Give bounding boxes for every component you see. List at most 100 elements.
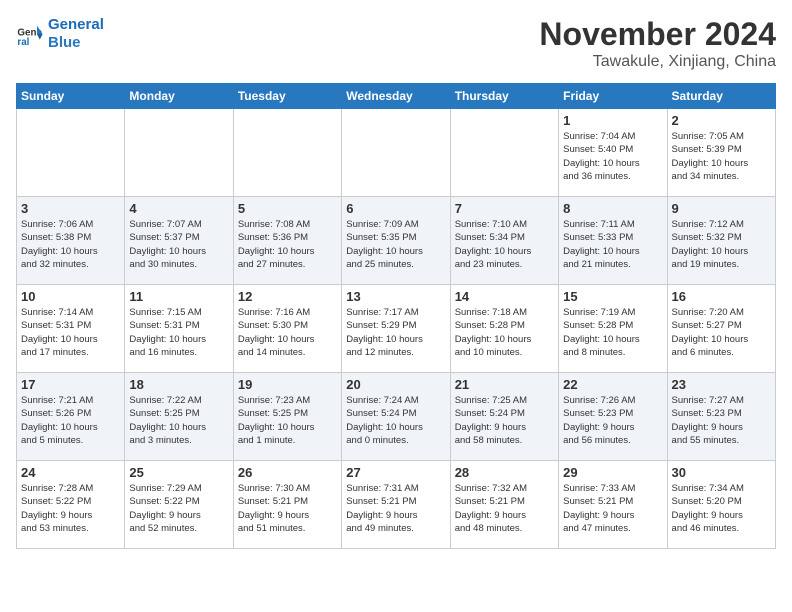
calendar-week-3: 10 Sunrise: 7:14 AM Sunset: 5:31 PM Dayli…: [17, 285, 776, 373]
calendar-cell: 14 Sunrise: 7:18 AM Sunset: 5:28 PM Dayli…: [450, 285, 558, 373]
calendar-cell: 25 Sunrise: 7:29 AM Sunset: 5:22 PM Dayli…: [125, 461, 233, 549]
day-number: 30: [672, 465, 771, 480]
calendar-cell: 17Sunrise: 7:21 AM Sunset: 5:26 PM Dayli…: [17, 373, 125, 461]
calendar-cell: 7 Sunrise: 7:10 AM Sunset: 5:34 PM Daylig…: [450, 197, 558, 285]
day-info: Sunrise: 7:25 AM Sunset: 5:24 PM Dayligh…: [455, 394, 554, 447]
calendar-cell: 15 Sunrise: 7:19 AM Sunset: 5:28 PM Dayli…: [559, 285, 667, 373]
day-number: 9: [672, 201, 771, 216]
day-info: Sunrise: 7:33 AM Sunset: 5:21 PM Dayligh…: [563, 482, 662, 535]
day-number: 24: [21, 465, 120, 480]
calendar-cell: 23Sunrise: 7:27 AM Sunset: 5:23 PM Dayli…: [667, 373, 775, 461]
calendar-cell: 26Sunrise: 7:30 AM Sunset: 5:21 PM Dayli…: [233, 461, 341, 549]
calendar-cell: 27 Sunrise: 7:31 AM Sunset: 5:21 PM Dayli…: [342, 461, 450, 549]
calendar-cell: 10 Sunrise: 7:14 AM Sunset: 5:31 PM Dayli…: [17, 285, 125, 373]
day-number: 19: [238, 377, 337, 392]
day-info: Sunrise: 7:32 AM Sunset: 5:21 PM Dayligh…: [455, 482, 554, 535]
day-info: Sunrise: 7:24 AM Sunset: 5:24 PM Dayligh…: [346, 394, 445, 447]
calendar-cell: [233, 109, 341, 197]
day-number: 18: [129, 377, 228, 392]
day-number: 11: [129, 289, 228, 304]
calendar-header-tuesday: Tuesday: [233, 84, 341, 109]
day-number: 21: [455, 377, 554, 392]
day-info: Sunrise: 7:31 AM Sunset: 5:21 PM Dayligh…: [346, 482, 445, 535]
day-info: Sunrise: 7:12 AM Sunset: 5:32 PM Dayligh…: [672, 218, 771, 271]
day-number: 15: [563, 289, 662, 304]
calendar-cell: 13Sunrise: 7:17 AM Sunset: 5:29 PM Dayli…: [342, 285, 450, 373]
calendar-header-saturday: Saturday: [667, 84, 775, 109]
day-info: Sunrise: 7:22 AM Sunset: 5:25 PM Dayligh…: [129, 394, 228, 447]
logo-line2: Blue: [48, 34, 104, 52]
logo-line1: General: [48, 16, 104, 34]
day-number: 22: [563, 377, 662, 392]
calendar-cell: 21 Sunrise: 7:25 AM Sunset: 5:24 PM Dayli…: [450, 373, 558, 461]
calendar-header-row: SundayMondayTuesdayWednesdayThursdayFrid…: [17, 84, 776, 109]
calendar-header-friday: Friday: [559, 84, 667, 109]
location-title: Tawakule, Xinjiang, China: [539, 53, 776, 71]
page-header: Gene ral General Blue November 2024 Tawa…: [16, 16, 776, 71]
calendar-cell: 4Sunrise: 7:07 AM Sunset: 5:37 PM Daylig…: [125, 197, 233, 285]
day-info: Sunrise: 7:21 AM Sunset: 5:26 PM Dayligh…: [21, 394, 120, 447]
day-info: Sunrise: 7:06 AM Sunset: 5:38 PM Dayligh…: [21, 218, 120, 271]
day-number: 16: [672, 289, 771, 304]
day-number: 25: [129, 465, 228, 480]
day-info: Sunrise: 7:04 AM Sunset: 5:40 PM Dayligh…: [563, 130, 662, 183]
day-info: Sunrise: 7:10 AM Sunset: 5:34 PM Dayligh…: [455, 218, 554, 271]
day-info: Sunrise: 7:15 AM Sunset: 5:31 PM Dayligh…: [129, 306, 228, 359]
day-info: Sunrise: 7:26 AM Sunset: 5:23 PM Dayligh…: [563, 394, 662, 447]
day-number: 20: [346, 377, 445, 392]
day-info: Sunrise: 7:11 AM Sunset: 5:33 PM Dayligh…: [563, 218, 662, 271]
day-info: Sunrise: 7:08 AM Sunset: 5:36 PM Dayligh…: [238, 218, 337, 271]
calendar-week-2: 3 Sunrise: 7:06 AM Sunset: 5:38 PM Daylig…: [17, 197, 776, 285]
calendar-cell: 22 Sunrise: 7:26 AM Sunset: 5:23 PM Dayli…: [559, 373, 667, 461]
day-info: Sunrise: 7:29 AM Sunset: 5:22 PM Dayligh…: [129, 482, 228, 535]
month-title: November 2024: [539, 16, 776, 53]
calendar-cell: [342, 109, 450, 197]
calendar-week-4: 17Sunrise: 7:21 AM Sunset: 5:26 PM Dayli…: [17, 373, 776, 461]
calendar-header-monday: Monday: [125, 84, 233, 109]
calendar-cell: 20 Sunrise: 7:24 AM Sunset: 5:24 PM Dayli…: [342, 373, 450, 461]
day-number: 10: [21, 289, 120, 304]
calendar-header-wednesday: Wednesday: [342, 84, 450, 109]
day-number: 12: [238, 289, 337, 304]
calendar-cell: 6Sunrise: 7:09 AM Sunset: 5:35 PM Daylig…: [342, 197, 450, 285]
day-info: Sunrise: 7:18 AM Sunset: 5:28 PM Dayligh…: [455, 306, 554, 359]
calendar-cell: 24Sunrise: 7:28 AM Sunset: 5:22 PM Dayli…: [17, 461, 125, 549]
title-block: November 2024 Tawakule, Xinjiang, China: [539, 16, 776, 71]
calendar-cell: 28 Sunrise: 7:32 AM Sunset: 5:21 PM Dayli…: [450, 461, 558, 549]
calendar-cell: 16 Sunrise: 7:20 AM Sunset: 5:27 PM Dayli…: [667, 285, 775, 373]
day-number: 29: [563, 465, 662, 480]
day-info: Sunrise: 7:14 AM Sunset: 5:31 PM Dayligh…: [21, 306, 120, 359]
day-info: Sunrise: 7:07 AM Sunset: 5:37 PM Dayligh…: [129, 218, 228, 271]
calendar-cell: 9 Sunrise: 7:12 AM Sunset: 5:32 PM Daylig…: [667, 197, 775, 285]
day-number: 26: [238, 465, 337, 480]
day-number: 27: [346, 465, 445, 480]
calendar-cell: [125, 109, 233, 197]
calendar-cell: 11 Sunrise: 7:15 AM Sunset: 5:31 PM Dayli…: [125, 285, 233, 373]
day-info: Sunrise: 7:23 AM Sunset: 5:25 PM Dayligh…: [238, 394, 337, 447]
svg-text:ral: ral: [17, 37, 29, 48]
day-number: 23: [672, 377, 771, 392]
calendar-cell: 2 Sunrise: 7:05 AM Sunset: 5:39 PM Daylig…: [667, 109, 775, 197]
calendar-cell: 5 Sunrise: 7:08 AM Sunset: 5:36 PM Daylig…: [233, 197, 341, 285]
day-number: 14: [455, 289, 554, 304]
day-number: 3: [21, 201, 120, 216]
calendar-cell: 18 Sunrise: 7:22 AM Sunset: 5:25 PM Dayli…: [125, 373, 233, 461]
day-info: Sunrise: 7:17 AM Sunset: 5:29 PM Dayligh…: [346, 306, 445, 359]
day-info: Sunrise: 7:19 AM Sunset: 5:28 PM Dayligh…: [563, 306, 662, 359]
day-number: 8: [563, 201, 662, 216]
logo: Gene ral General Blue: [16, 16, 104, 52]
calendar-cell: 30 Sunrise: 7:34 AM Sunset: 5:20 PM Dayli…: [667, 461, 775, 549]
day-info: Sunrise: 7:16 AM Sunset: 5:30 PM Dayligh…: [238, 306, 337, 359]
day-number: 28: [455, 465, 554, 480]
day-number: 6: [346, 201, 445, 216]
day-info: Sunrise: 7:34 AM Sunset: 5:20 PM Dayligh…: [672, 482, 771, 535]
calendar-cell: 12 Sunrise: 7:16 AM Sunset: 5:30 PM Dayli…: [233, 285, 341, 373]
calendar-week-1: 1Sunrise: 7:04 AM Sunset: 5:40 PM Daylig…: [17, 109, 776, 197]
day-info: Sunrise: 7:05 AM Sunset: 5:39 PM Dayligh…: [672, 130, 771, 183]
calendar-week-5: 24Sunrise: 7:28 AM Sunset: 5:22 PM Dayli…: [17, 461, 776, 549]
day-number: 7: [455, 201, 554, 216]
day-info: Sunrise: 7:20 AM Sunset: 5:27 PM Dayligh…: [672, 306, 771, 359]
calendar-cell: [450, 109, 558, 197]
day-number: 5: [238, 201, 337, 216]
day-number: 2: [672, 113, 771, 128]
